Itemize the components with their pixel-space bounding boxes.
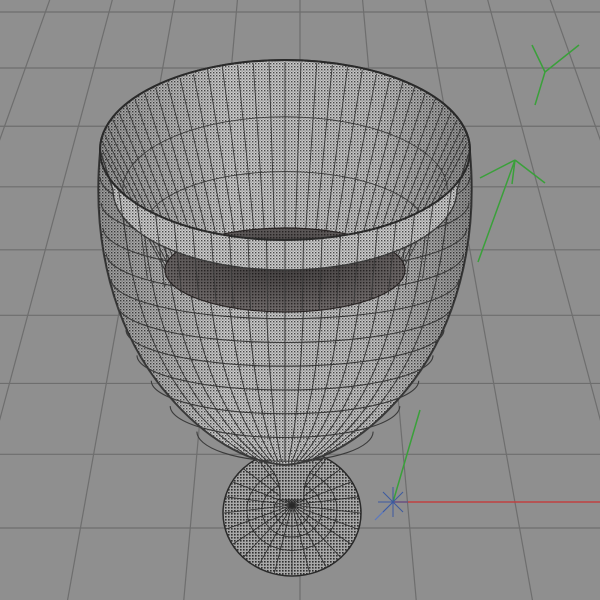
3d-viewport[interactable] — [0, 0, 600, 600]
goblet-bowl[interactable] — [97, 59, 473, 467]
goblet-stem-base[interactable] — [222, 449, 362, 577]
viewport-canvas[interactable] — [0, 0, 600, 600]
goblet-mesh[interactable] — [97, 59, 473, 577]
world-axis-gizmo-icon — [374, 409, 600, 521]
